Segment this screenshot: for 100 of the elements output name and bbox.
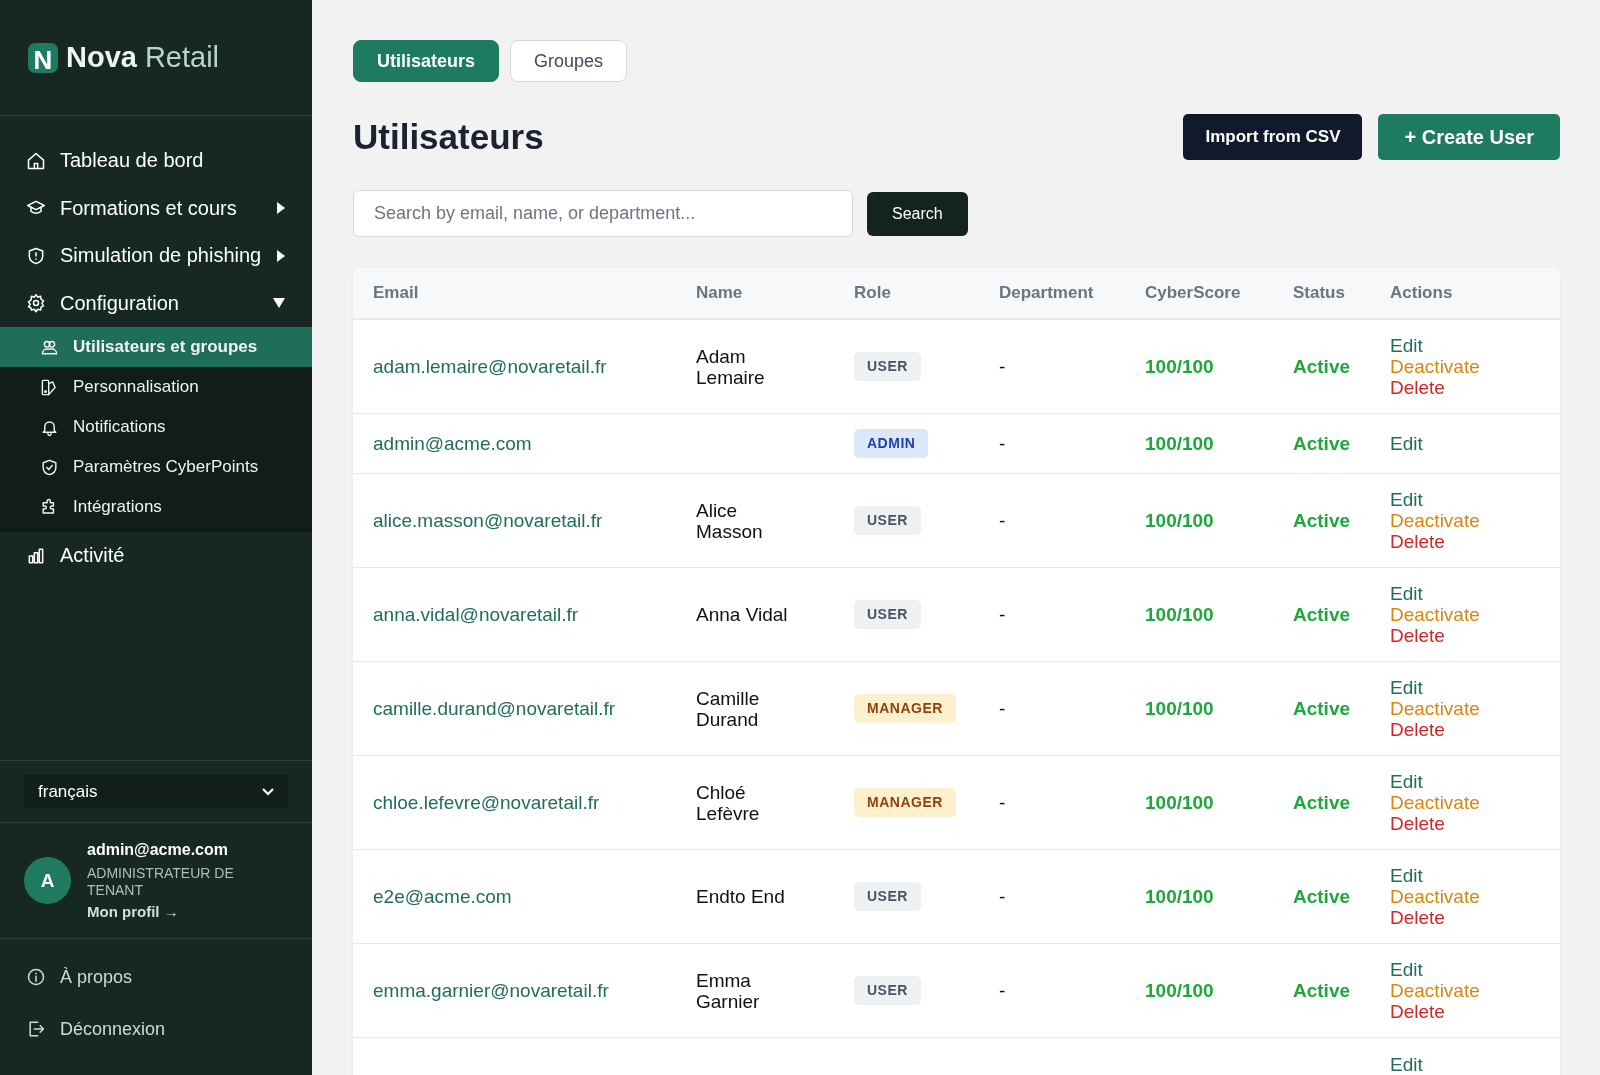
column-header: Name (696, 283, 744, 303)
user-email: admin@acme.com (87, 841, 229, 860)
search-field[interactable]: Search by email, name, or department... (353, 190, 853, 237)
role-badge: MANAGER (854, 694, 956, 723)
user-name: Anna Vidal (696, 604, 788, 625)
nav-item[interactable]: Tableau de bord (0, 137, 312, 185)
swatch-icon (40, 377, 59, 397)
email-link[interactable]: admin@acme.com (373, 433, 532, 454)
email-link[interactable]: camille.durand@novaretail.fr (373, 698, 616, 719)
department-cell: - (999, 356, 1006, 377)
create-user-button[interactable]: + Create User (1378, 114, 1560, 160)
status-text: Active (1293, 604, 1351, 625)
email-link[interactable]: chloe.lefevre@novaretail.fr (373, 792, 600, 813)
user-name: Adam Lemaire (696, 345, 765, 388)
cyberscore: 100/100 (1145, 510, 1214, 531)
department-cell: - (999, 433, 1006, 454)
footer-link[interactable]: À propos (0, 951, 312, 1003)
edit-link[interactable]: Edit (1390, 583, 1423, 604)
search-button[interactable]: Search (867, 192, 968, 236)
email-link[interactable]: adam.lemaire@novaretail.fr (373, 356, 607, 377)
department-cell: - (999, 980, 1006, 1001)
brand-name: Nova (66, 41, 137, 74)
role-badge: USER (854, 882, 921, 911)
role-badge: ADMIN (854, 429, 929, 458)
edit-link[interactable]: Edit (1390, 771, 1423, 792)
logo-mark: N (28, 42, 58, 73)
page-title: Utilisateurs (353, 117, 545, 157)
role-badge: USER (854, 352, 921, 381)
department-cell: - (999, 698, 1006, 719)
delete-link[interactable]: Delete (1390, 907, 1445, 928)
column-header: Role (854, 283, 892, 303)
cyberscore: 100/100 (1145, 698, 1214, 719)
shield-icon (26, 245, 46, 266)
user-role: ADMINISTRATEUR DE TENANT (87, 865, 235, 899)
status-text: Active (1293, 698, 1351, 719)
email-link[interactable]: emma.garnier@novaretail.fr (373, 980, 609, 1001)
nav-subitem[interactable]: Notifications (0, 407, 312, 447)
edit-link[interactable]: Edit (1390, 335, 1423, 356)
role-badge: MANAGER (854, 788, 956, 817)
status-text: Active (1293, 980, 1351, 1001)
department-cell: - (999, 792, 1006, 813)
cyberscore: 100/100 (1145, 433, 1214, 454)
nav-subitem[interactable]: Utilisateurs et groupes (0, 327, 312, 367)
status-text: Active (1293, 433, 1351, 454)
column-header: Email (373, 283, 420, 303)
nav-subitem[interactable]: Intégrations (0, 487, 312, 527)
department-cell: - (999, 604, 1006, 625)
delete-link[interactable]: Delete (1390, 377, 1445, 398)
cyberscore: 100/100 (1145, 792, 1214, 813)
status-text: Active (1293, 886, 1351, 907)
edit-link[interactable]: Edit (1390, 865, 1423, 886)
tab[interactable]: Utilisateurs (353, 40, 500, 82)
nav-item[interactable]: Configuration (0, 279, 312, 327)
user-name: Chloé Lefèvre (696, 781, 760, 824)
role-badge: USER (854, 976, 921, 1005)
cyberscore: 100/100 (1145, 604, 1214, 625)
cyberscore: 100/100 (1145, 356, 1214, 377)
profile-link[interactable]: Mon profil → (87, 903, 288, 920)
nav-item[interactable]: Activité (0, 532, 312, 580)
brand-suffix: Retail (144, 41, 220, 74)
delete-link[interactable]: Delete (1390, 625, 1445, 646)
nav-item[interactable]: Simulation de phishing (0, 232, 312, 280)
edit-link[interactable]: Edit (1390, 489, 1423, 510)
cyberscore: 100/100 (1145, 886, 1214, 907)
nav-subitem[interactable]: Paramètres CyberPoints (0, 447, 312, 487)
role-badge: USER (854, 600, 921, 629)
chevron-down-icon (262, 787, 274, 796)
language-select[interactable]: français (24, 775, 288, 809)
edit-link[interactable]: Edit (1390, 677, 1423, 698)
column-header: Actions (1390, 283, 1454, 303)
status-text: Active (1293, 510, 1351, 531)
status-text: Active (1293, 792, 1351, 813)
delete-link[interactable]: Delete (1390, 1001, 1445, 1022)
settings-icon (26, 293, 46, 314)
logout-icon (26, 1019, 46, 1039)
shield-check-icon (40, 457, 59, 477)
nav-item[interactable]: Formations et cours (0, 184, 312, 232)
status-text: Active (1293, 356, 1351, 377)
edit-link[interactable]: Edit (1390, 1053, 1423, 1075)
column-header: Department (999, 283, 1095, 303)
department-cell: - (999, 510, 1006, 531)
email-link[interactable]: anna.vidal@novaretail.fr (373, 604, 579, 625)
email-link[interactable]: alice.masson@novaretail.fr (373, 510, 603, 531)
edit-link[interactable]: Edit (1390, 433, 1423, 454)
role-badge: USER (854, 506, 921, 535)
edit-link[interactable]: Edit (1390, 959, 1423, 980)
nav-subitem[interactable]: Personnalisation (0, 367, 312, 407)
delete-link[interactable]: Delete (1390, 813, 1445, 834)
user-name: Endto End (696, 886, 785, 907)
user-name: Alice Masson (696, 499, 763, 542)
email-link[interactable]: e2e@acme.com (373, 886, 512, 907)
cyberscore: 100/100 (1145, 980, 1214, 1001)
footer-link[interactable]: Déconnexion (0, 1003, 312, 1055)
import-button[interactable]: Import from CSV (1183, 114, 1363, 160)
tab[interactable]: Groupes (510, 40, 628, 82)
user-name: Emma Garnier (696, 969, 760, 1012)
column-header: CyberScore (1145, 283, 1242, 303)
delete-link[interactable]: Delete (1390, 719, 1445, 740)
delete-link[interactable]: Delete (1390, 531, 1445, 552)
home-icon (26, 150, 46, 171)
